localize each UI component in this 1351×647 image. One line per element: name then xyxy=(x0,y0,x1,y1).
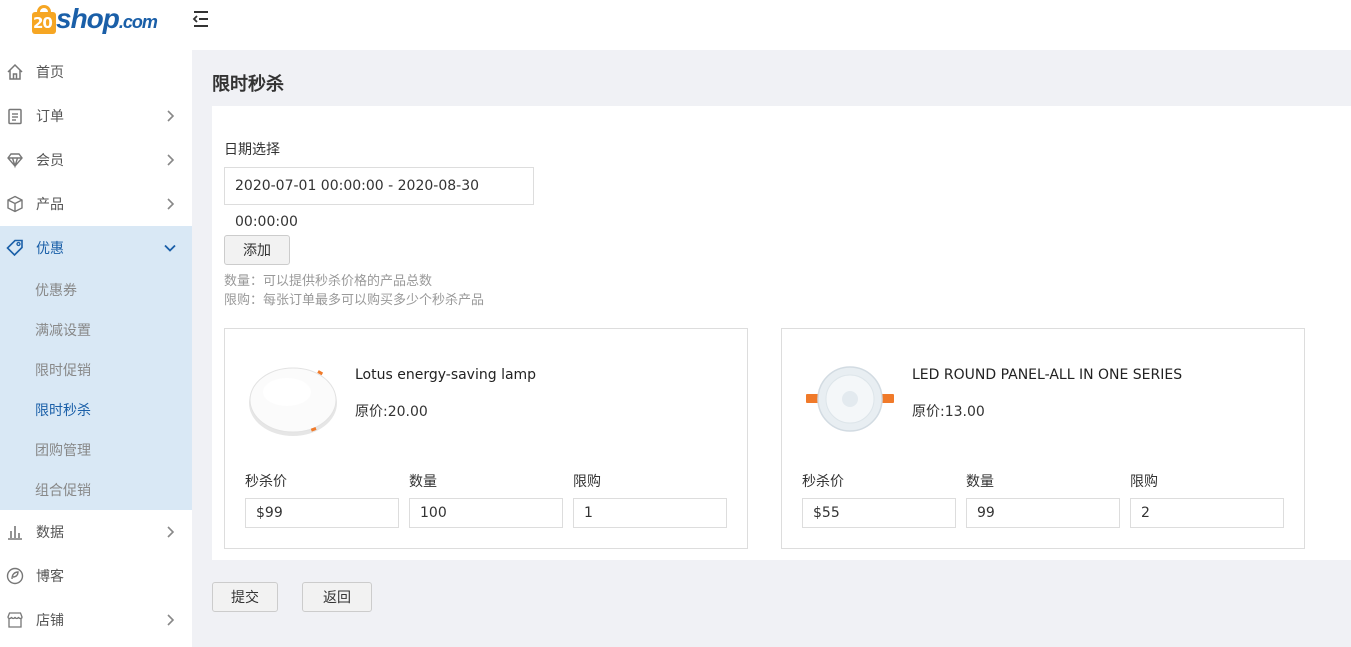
shopping-bag-logo-icon: 20 xyxy=(30,4,56,34)
quantity-label: 数量 xyxy=(966,474,994,490)
sidebar-item-members[interactable]: 会员 xyxy=(0,138,192,182)
sidebar-item-products[interactable]: 产品 xyxy=(0,182,192,226)
sidebar-item-data[interactable]: 数据 xyxy=(0,510,192,554)
sidebar-item-label: 博客 xyxy=(36,569,64,585)
limit-input[interactable]: 2 xyxy=(1130,498,1284,528)
page-title: 限时秒杀 xyxy=(212,74,284,95)
top-bar: 20 shop.com xyxy=(0,0,1351,50)
sidebar-item-label: 首页 xyxy=(36,65,64,81)
product-name: Lotus energy-saving lamp xyxy=(355,367,537,383)
logo[interactable]: 20 shop.com xyxy=(30,2,158,36)
product-name: LED ROUND PANEL-ALL IN ONE SERIES xyxy=(912,367,1183,383)
submenu-item-bundle-promotion[interactable]: 组合促销 xyxy=(0,470,192,510)
chevron-right-icon xyxy=(167,614,175,626)
date-label: 日期选择 xyxy=(224,142,280,158)
date-range-input[interactable]: 2020-07-01 00:00:00 - 2020-08-30 00:00:0… xyxy=(224,167,534,230)
main-content: 限时秒杀 日期选择 2020-07-01 00:00:00 - 2020-08-… xyxy=(192,50,1351,647)
logo-text: shop.com xyxy=(56,3,158,34)
chevron-right-icon xyxy=(167,198,175,210)
store-icon xyxy=(7,612,23,628)
sidebar-item-home[interactable]: 首页 xyxy=(0,50,192,94)
sidebar-item-label: 会员 xyxy=(36,153,64,169)
flash-sale-form-panel: 日期选择 2020-07-01 00:00:00 - 2020-08-30 00… xyxy=(212,106,1351,560)
collapse-menu-icon[interactable] xyxy=(191,9,211,29)
round-lamp-image xyxy=(249,367,337,436)
product-card: Lotus energy-saving lamp 原价:20.00 秒杀价 数量… xyxy=(224,328,748,549)
original-price: 原价:20.00 xyxy=(355,404,428,420)
submenu-item-group-buy[interactable]: 团购管理 xyxy=(0,430,192,470)
sidebar-item-promotions[interactable]: 优惠 xyxy=(0,226,192,270)
flash-price-input[interactable]: $99 xyxy=(245,498,399,528)
submenu-item-coupons[interactable]: 优惠券 xyxy=(0,270,192,310)
limit-label: 限购 xyxy=(1130,474,1158,490)
clipboard-icon xyxy=(8,108,22,125)
sidebar-item-blog[interactable]: 博客 xyxy=(0,554,192,598)
quantity-input[interactable]: 100 xyxy=(409,498,563,528)
bar-chart-icon xyxy=(8,526,22,540)
add-button[interactable]: 添加 xyxy=(224,235,290,265)
flash-price-input[interactable]: $55 xyxy=(802,498,956,528)
sidebar-item-label: 订单 xyxy=(36,109,64,125)
sidebar-item-store[interactable]: 店铺 xyxy=(0,598,192,642)
led-panel-image xyxy=(806,366,894,432)
hint-quantity: 数量：可以提供秒杀价格的产品总数 xyxy=(224,274,433,289)
home-icon xyxy=(7,63,23,80)
diamond-icon xyxy=(7,153,23,169)
chevron-right-icon xyxy=(167,526,175,538)
flash-price-label: 秒杀价 xyxy=(245,474,287,490)
submenu-item-discount-settings[interactable]: 满减设置 xyxy=(0,310,192,350)
chevron-right-icon xyxy=(167,154,175,166)
original-price: 原价:13.00 xyxy=(912,404,985,420)
sidebar: 首页 订单 会员 产品 优惠 优惠券 满减设置 限时促销 限时秒杀 团购管理 组… xyxy=(0,50,192,647)
blog-icon xyxy=(6,567,24,585)
submit-button[interactable]: 提交 xyxy=(212,582,278,612)
product-card: LED ROUND PANEL-ALL IN ONE SERIES 原价:13.… xyxy=(781,328,1305,549)
quantity-label: 数量 xyxy=(409,474,437,490)
limit-label: 限购 xyxy=(573,474,601,490)
chevron-right-icon xyxy=(167,110,175,122)
sidebar-item-label: 产品 xyxy=(36,197,64,213)
quantity-input[interactable]: 99 xyxy=(966,498,1120,528)
back-button[interactable]: 返回 xyxy=(302,582,372,612)
sidebar-item-orders[interactable]: 订单 xyxy=(0,94,192,138)
box-icon xyxy=(7,195,23,213)
promotions-submenu: 优惠券 满减设置 限时促销 限时秒杀 团购管理 组合促销 xyxy=(0,270,192,510)
submenu-item-limited-promotion[interactable]: 限时促销 xyxy=(0,350,192,390)
tag-icon xyxy=(6,239,23,257)
sidebar-item-label: 店铺 xyxy=(36,613,64,629)
chevron-down-icon xyxy=(164,244,176,252)
flash-price-label: 秒杀价 xyxy=(802,474,844,490)
sidebar-item-label: 优惠 xyxy=(36,241,64,257)
hint-limit: 限购：每张订单最多可以购买多少个秒杀产品 xyxy=(224,293,485,308)
sidebar-item-label: 数据 xyxy=(36,525,64,541)
submenu-item-flash-sale[interactable]: 限时秒杀 xyxy=(0,390,192,430)
limit-input[interactable]: 1 xyxy=(573,498,727,528)
